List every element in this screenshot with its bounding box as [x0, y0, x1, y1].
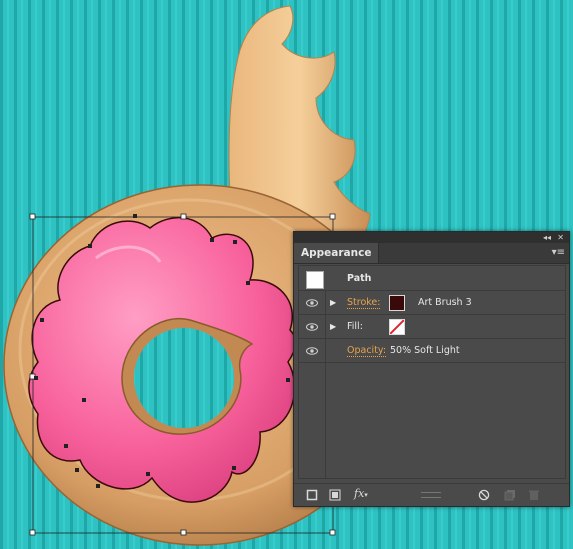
- expand-triangle-icon[interactable]: ▶: [330, 322, 336, 332]
- fill-label[interactable]: Fill:: [347, 321, 363, 332]
- fill-none-swatch[interactable]: [389, 319, 405, 335]
- close-panel-icon[interactable]: ✕: [557, 232, 564, 243]
- opacity-row[interactable]: Opacity: 50% Soft Light: [299, 339, 565, 363]
- visibility-eye-icon[interactable]: [306, 323, 318, 331]
- panel-tab-row: Appearance ▾≡: [294, 243, 569, 264]
- donut-hole-stripes: [134, 328, 234, 428]
- panel-titlebar[interactable]: ◂◂ ✕: [294, 232, 569, 243]
- stroke-label-link[interactable]: Stroke:: [347, 297, 381, 309]
- stroke-color-swatch[interactable]: [389, 295, 405, 311]
- fx-label: fx: [354, 487, 365, 500]
- new-fill-icon[interactable]: [329, 489, 341, 501]
- duplicate-item-icon[interactable]: [504, 489, 516, 501]
- opacity-value[interactable]: 50% Soft Light: [390, 345, 460, 356]
- stroke-row[interactable]: ▶ Stroke: Art Brush 3: [299, 291, 565, 315]
- panel-menu-icon[interactable]: ▾≡: [552, 247, 565, 259]
- fill-row[interactable]: ▶ Fill:: [299, 315, 565, 339]
- resize-grip[interactable]: [421, 492, 441, 498]
- panel-bottom-toolbar: fx▾: [294, 483, 569, 506]
- path-thumbnail: [306, 271, 324, 289]
- stroke-brush-value[interactable]: Art Brush 3: [418, 297, 472, 308]
- visibility-eye-icon[interactable]: [306, 347, 318, 355]
- expand-triangle-icon[interactable]: ▶: [330, 298, 336, 308]
- opacity-label-link[interactable]: Opacity:: [347, 345, 387, 357]
- empty-list-area: [325, 363, 326, 478]
- appearance-attribute-list: Path ▶ Stroke: Art Brush 3 ▶ Fill: Opaci…: [298, 265, 566, 479]
- new-stroke-icon[interactable]: [306, 489, 318, 501]
- clear-appearance-icon[interactable]: [478, 489, 490, 501]
- collapse-panel-icon[interactable]: ◂◂: [543, 232, 551, 243]
- delete-item-icon[interactable]: [528, 489, 540, 501]
- visibility-eye-icon[interactable]: [306, 299, 318, 307]
- fx-icon[interactable]: fx▾: [354, 487, 376, 500]
- tab-appearance[interactable]: Appearance: [294, 243, 380, 263]
- path-row[interactable]: Path: [299, 266, 565, 291]
- appearance-panel[interactable]: ◂◂ ✕ Appearance ▾≡ Path ▶ Stroke: Art Br…: [293, 231, 570, 507]
- path-label: Path: [347, 273, 372, 284]
